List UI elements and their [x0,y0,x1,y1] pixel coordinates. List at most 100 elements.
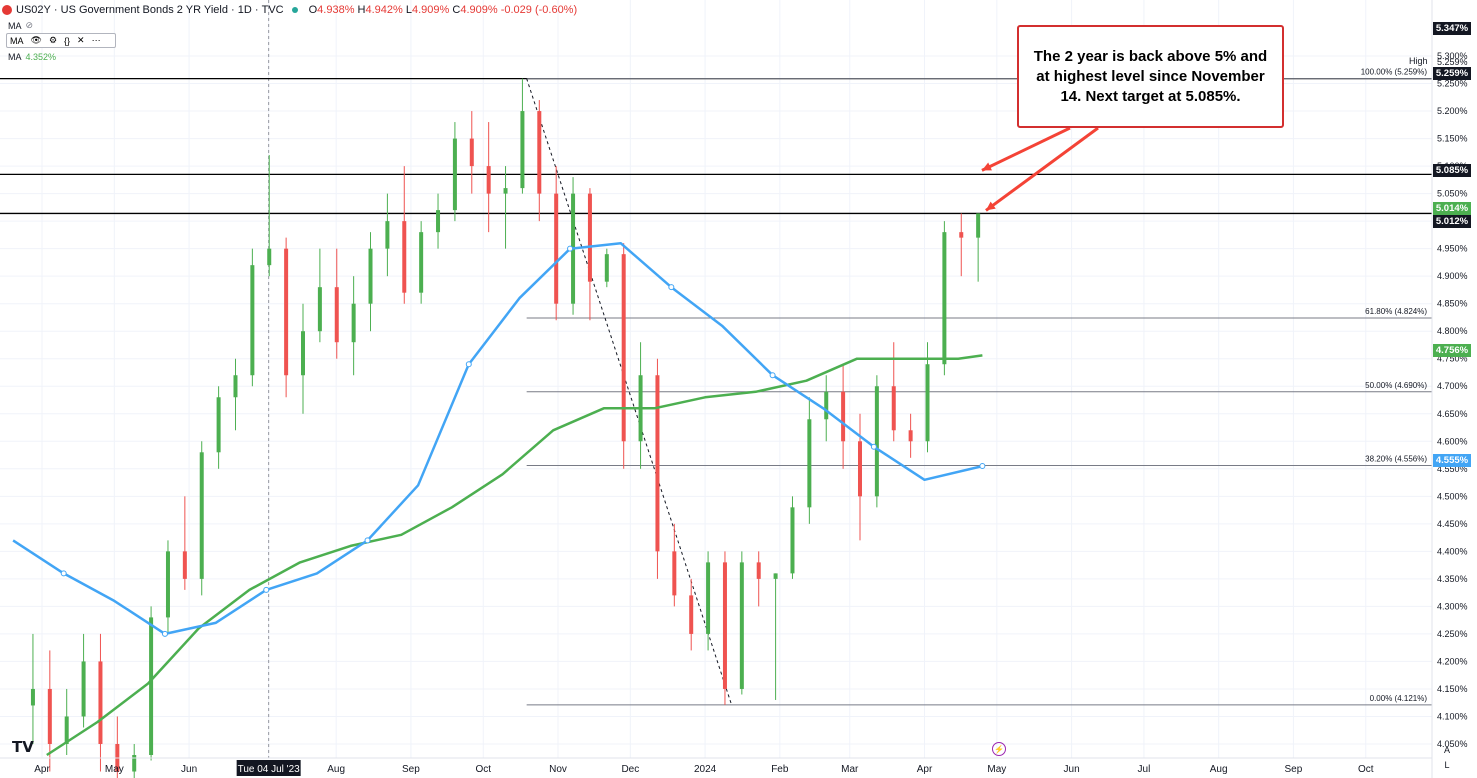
symbol[interactable]: US02Y [16,4,51,16]
log-scale-button[interactable]: L [1440,758,1454,772]
candle-body [419,232,424,293]
candle-body [334,287,339,343]
high-label: High [1409,56,1428,66]
price-tag-ma-blue: 4.555% [1433,454,1471,467]
symbol-flag-icon [2,5,12,15]
y-tick-label: 4.300% [1437,601,1468,611]
price-tag-preclose: 5.012% [1433,215,1471,228]
x-tick-label: Sep [402,764,420,775]
x-tick-label: 2024 [694,764,717,775]
x-tick-label: Mar [841,764,859,775]
candle-body [452,138,457,211]
x-tick-label: Aug [327,764,345,775]
x-tick-label: Jul [1138,764,1151,775]
indicator-toolbox: MA 👁 ⚙ {} ✕ ⋯ [6,33,116,48]
y-tick-label: 4.500% [1437,491,1468,501]
candle-body [368,248,373,304]
candle-body [790,507,795,574]
ma-blue-node [870,443,877,450]
ma-blue-line [12,241,983,636]
arrow-shaft [981,126,1071,172]
fib-level-label: 50.00% (4.690%) [1365,381,1427,390]
candle-body [402,221,407,293]
close-icon[interactable]: ✕ [77,35,85,46]
x-tick-label: Aug [1210,764,1228,775]
tradingview-logo-icon[interactable]: 𝗧𝗩 [12,738,34,756]
ma-blue-node [263,586,270,593]
eye-off-icon[interactable]: ⊘ [26,20,34,31]
fib-level-label: 61.80% (4.824%) [1365,307,1427,316]
candle-body [47,688,52,744]
candle-body [925,364,930,442]
x-tick-label: Sep [1285,764,1303,775]
y-tick-label: 4.350% [1437,574,1468,584]
price-tag-top: 5.347% [1433,22,1471,35]
ma-blue-node [60,570,67,577]
y-tick-label: 4.850% [1437,299,1468,309]
candle-body [773,573,778,579]
candle-body [267,248,272,266]
chart-header: US02Y · US Government Bonds 2 YR Yield ·… [0,0,577,20]
ma-blue-node [465,361,472,368]
price-axis[interactable]: 5.300%5.250%5.200%5.150%5.100%5.050%5.00… [1431,0,1468,778]
candle-body [824,391,829,420]
ma2-value: 4.352% [25,52,57,62]
settings-icon[interactable]: ⚙ [49,35,57,46]
annotation-text: The 2 year is back above 5% and at highe… [1033,47,1268,105]
y-tick-label: 4.250% [1437,629,1468,639]
ma-label: MA [10,35,24,46]
candle-body [841,391,846,442]
candle-body [807,419,812,508]
candle-body [436,210,441,233]
source-code-icon[interactable]: {} [64,36,70,46]
x-tick-label: Apr [917,764,933,775]
x-tick-label: Tue 04 Jul '23 [238,764,301,775]
candle-body [537,111,542,194]
y-tick-label: 4.100% [1437,711,1468,721]
indicator-ma2[interactable]: MA 4.352% [8,52,56,62]
ma-blue-node [769,372,776,379]
candle-body [874,386,879,497]
fib-level-label: 100.00% (5.259%) [1361,68,1428,77]
x-tick-label: Jun [181,764,197,775]
close-value: 4.909% [460,4,498,16]
candle-body [908,430,913,442]
candle-body [199,452,204,579]
ma-blue-node [567,245,574,252]
open-label: O [308,4,318,16]
market-status-icon [291,7,298,13]
annotation-callout[interactable]: The 2 year is back above 5% and at highe… [1017,25,1284,128]
candles [30,78,981,778]
candle-body [756,562,761,579]
candle-body [317,287,322,332]
x-tick-label: Apr [34,764,50,775]
interval[interactable]: 1D [238,4,252,16]
y-tick-label: 4.600% [1437,436,1468,446]
ma-blue-node [979,463,986,470]
candle-body [250,265,255,376]
change-value: -0.029 (-0.60%) [500,4,578,16]
candle-body [216,397,221,453]
candle-body [284,248,289,376]
y-tick-label: 4.900% [1437,271,1468,281]
y-tick-label: 5.050% [1437,189,1468,199]
exchange: TVC [261,4,284,16]
y-tick-label: 4.450% [1437,519,1468,529]
candle-body [81,661,86,717]
candle-body [621,254,626,442]
candle-body [165,551,170,618]
candle-body [976,213,981,238]
candle-body [942,232,947,365]
lightning-icon[interactable]: ⚡ [992,742,1006,756]
indicator-ma1[interactable]: MA ⊘ [8,20,33,31]
candle-body [587,193,592,282]
eye-icon[interactable]: 👁 [31,35,42,46]
candle-body [301,331,305,376]
more-icon[interactable]: ⋯ [92,35,101,46]
candle-body [739,562,744,689]
price-tag-ma-green: 4.756% [1433,344,1471,357]
candle-body [655,375,660,552]
time-axis[interactable]: Apr May Jun Tue 04 Jul '23 Aug Sep Oct Nov Dec 20… [0,757,1432,776]
auto-scale-button[interactable]: A [1440,743,1454,757]
y-tick-label: 4.200% [1437,656,1468,666]
